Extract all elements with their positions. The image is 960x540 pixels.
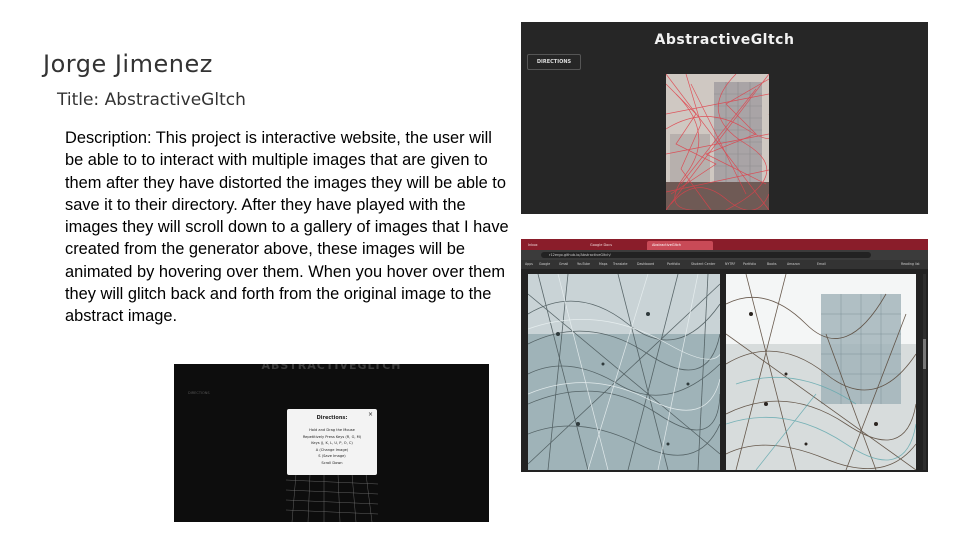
project-description: Description: This project is interactive… [65,129,509,326]
direction-line: S (Save Image) [318,454,346,459]
directions-button[interactable]: DIRECTIONS [527,54,581,70]
bookmark-item[interactable]: YouTube [577,260,590,269]
bookmark-item[interactable]: Google [539,260,550,269]
browser-tab[interactable]: Inbox [523,241,585,250]
gallery-image[interactable] [528,274,720,470]
address-bar[interactable]: r12ergo.github.io/AbstractiveGltch/ [541,252,871,258]
bookmark-item[interactable]: Amazon [787,260,800,269]
faded-directions-button[interactable]: DIRECTIONS [188,391,210,395]
bookmark-item[interactable]: Books [767,260,777,269]
project-title: Title: AbstractiveGltch [57,90,246,110]
author-name: Jorge Jimenez [43,50,213,78]
bookmark-item[interactable]: Dashboard [637,260,654,269]
gallery-image[interactable] [726,274,916,470]
directions-list: Hold and Drag the Mouse Repetitively Pre… [287,427,377,467]
scrollbar-thumb[interactable] [923,339,926,369]
wireframe-image [286,474,378,522]
bookmark-item[interactable]: Student Center [691,260,715,269]
browser-toolbar: r12ergo.github.io/AbstractiveGltch/ [521,250,928,260]
bookmarks-bar: Apps Google Gmail YouTube Maps Translate… [521,260,928,269]
bookmark-item[interactable]: Portfolio [743,260,756,269]
bookmark-item[interactable]: Translate [613,260,627,269]
faded-app-title: ABSTRACTIVEGLTCH [261,364,402,372]
bookmark-item[interactable]: Reading list [901,260,920,269]
app-screenshot: AbstractiveGltch DIRECTIONS [521,22,928,214]
bookmark-item[interactable]: Apps [525,260,533,269]
bookmark-item[interactable]: NYTRF [725,260,735,269]
directions-modal: Directions: × Hold and Drag the Mouse Re… [287,409,377,475]
browser-tab-bar: Inbox Google Docs AbstractiveGltch [521,239,928,250]
direction-line: A (Change Image) [315,447,349,452]
bookmark-item[interactable]: Email [817,260,826,269]
bookmark-item[interactable]: Gmail [559,260,568,269]
scrollbar-track[interactable] [923,274,926,470]
direction-line: Keys (J, K, L, U, P, O, C) [311,441,353,446]
bookmark-item[interactable]: Portfolio [667,260,680,269]
glitched-building-image[interactable] [666,74,769,210]
browser-gallery-screenshot: Inbox Google Docs AbstractiveGltch r12er… [521,239,928,472]
directions-modal-screenshot: ABSTRACTIVEGLTCH DIRECTIONS Directions: … [174,364,489,522]
browser-tab[interactable]: Google Docs [585,241,647,250]
browser-tab-active[interactable]: AbstractiveGltch [647,241,713,250]
close-icon[interactable]: × [368,412,373,418]
modal-title: Directions: [316,415,348,421]
bookmark-item[interactable]: Maps [599,260,607,269]
direction-line: Hold and Drag the Mouse [309,428,355,432]
app-title: AbstractiveGltch [654,32,795,48]
direction-line: Repetitively Press Keys (R, G, M) [302,434,362,439]
direction-line: Scroll Down [321,460,343,465]
